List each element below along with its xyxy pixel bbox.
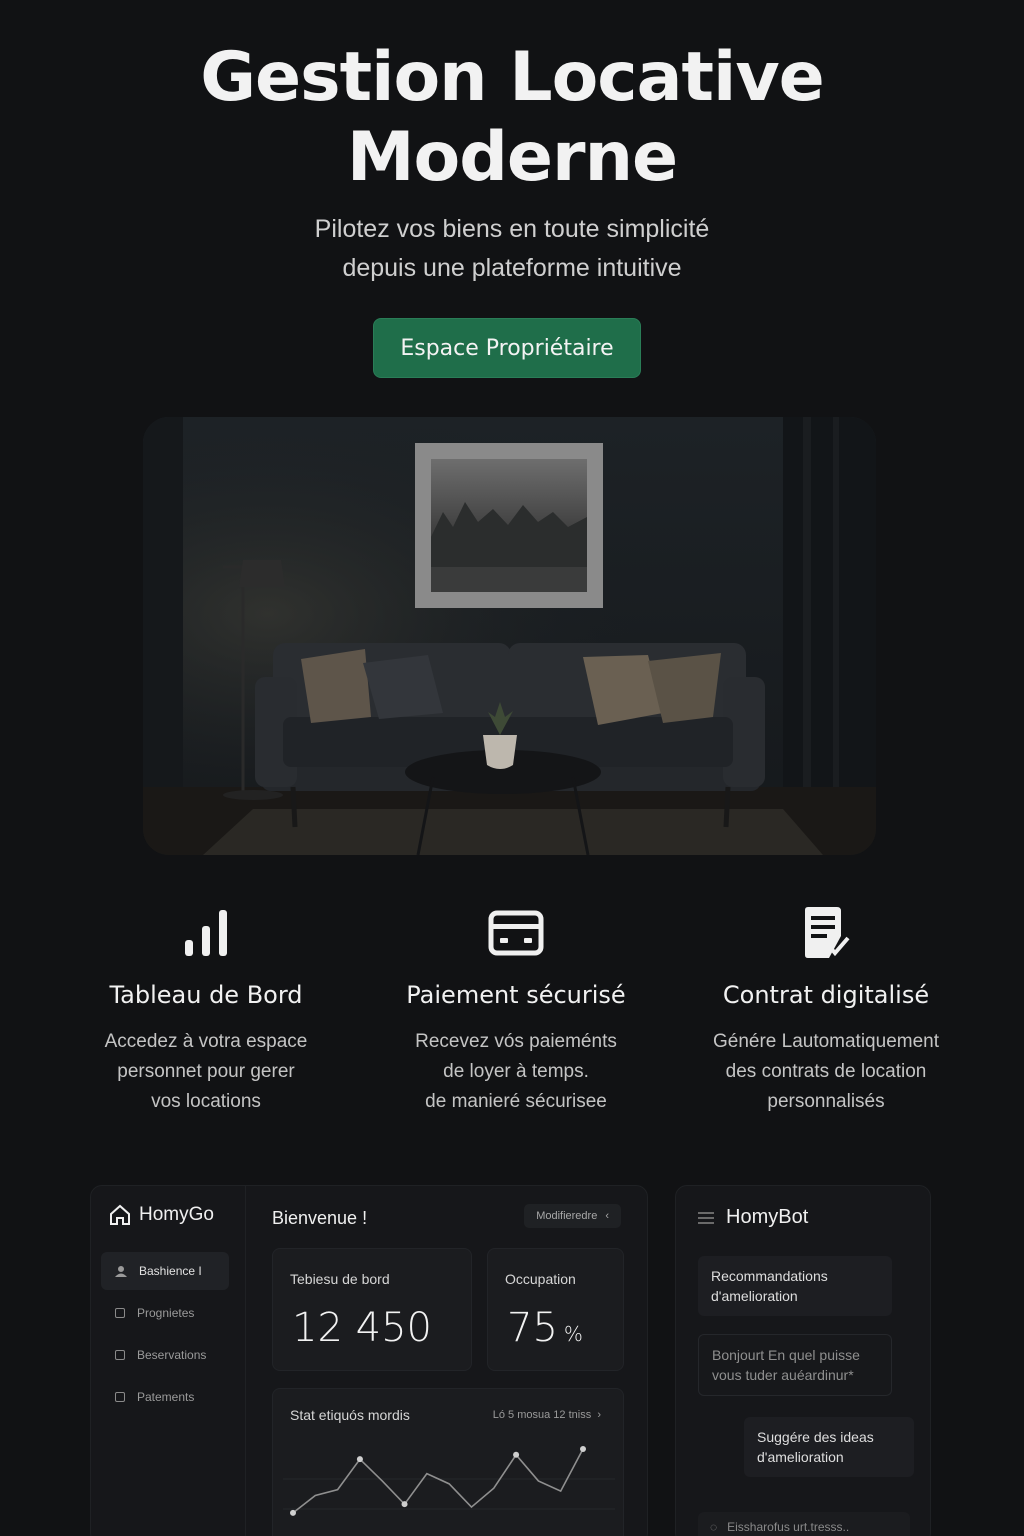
sidebar-item-payments[interactable]: Patements — [101, 1378, 229, 1416]
hero-subtitle-line1: Pilotez vos biens en toute simplicité — [314, 215, 710, 243]
chart-point — [290, 1509, 296, 1516]
revenue-card: Tebiesu de bord 12 450 — [272, 1248, 472, 1371]
hero-subtitle-line2: depuis une plateforme intuitive — [342, 254, 682, 282]
brand-logo[interactable]: HomyGo — [109, 1204, 214, 1226]
sidebar-item-reservations[interactable]: Beservations — [101, 1336, 229, 1374]
sidebar-item-label: Patements — [137, 1390, 195, 1404]
revenue-label: Tebiesu de bord — [290, 1271, 390, 1287]
payment-icon — [115, 1392, 125, 1402]
sidebar-item-label: Beservations — [137, 1348, 207, 1362]
dashboard-sidebar: HomyGo Bashience I Prognietes Beservatio… — [91, 1186, 246, 1536]
features-section: Tableau de Bord Accedez à votra espace p… — [56, 905, 976, 1117]
feature-title: Paiement sécurisé — [406, 981, 626, 1009]
property-icon — [115, 1308, 125, 1318]
sidebar-item-dashboard[interactable]: Bashience I — [101, 1252, 229, 1290]
feature-line: de manieré sécurisee — [425, 1091, 607, 1112]
sidebar-item-label: Prognietes — [137, 1306, 195, 1320]
dashboard-main: Bienvenue ! Modifieredre ‹ Tebiesu de bo… — [246, 1186, 647, 1536]
dashboard-preview: HomyGo Bashience I Prognietes Beservatio… — [90, 1185, 648, 1536]
menu-icon[interactable] — [698, 1211, 714, 1224]
hero-title-line1: Gestion Locative — [200, 38, 825, 117]
feature-contract: Contrat digitalisé Génére Lautomatiqueme… — [676, 905, 976, 1117]
feature-line: Recevez vós paieménts — [415, 1031, 617, 1052]
homybot-panel: HomyBot Recommandations d'amelioration B… — [675, 1185, 931, 1536]
sidebar-nav: Bashience I Prognietes Beservations Pate… — [101, 1252, 229, 1420]
bot-message-recommendations[interactable]: Recommandations d'amelioration — [698, 1256, 892, 1316]
contract-check-icon — [676, 905, 976, 961]
bot-message-suggest[interactable]: Suggére des ideas d'amelioration — [744, 1417, 914, 1477]
feature-line: personnet pour gerer — [117, 1061, 295, 1082]
living-room-image — [143, 417, 876, 855]
user-icon — [115, 1266, 127, 1277]
bot-message-greeting: Bonjourt En quel puisse vous tuder auéar… — [698, 1334, 892, 1396]
occupation-unit: % — [563, 1322, 583, 1346]
sidebar-item-label: Bashience I — [139, 1264, 202, 1278]
hero-subtitle: Pilotez vos biens en toute simplicité de… — [0, 210, 1024, 288]
modify-button[interactable]: Modifieredre ‹ — [524, 1204, 621, 1228]
card-icon — [366, 905, 666, 961]
hero-title: Gestion Locative Moderne — [0, 38, 1024, 198]
feature-payment: Paiement sécurisé Recevez vós paieménts … — [366, 905, 666, 1117]
bot-title: HomyBot — [726, 1206, 809, 1228]
feature-line: Génére Lautomatiquement — [712, 1031, 940, 1052]
occupation-value: 75 — [507, 1305, 558, 1351]
chart-point — [580, 1446, 586, 1452]
chart-point — [401, 1501, 408, 1508]
brand-name: HomyGo — [139, 1204, 214, 1225]
feature-line: personnalisés — [767, 1091, 885, 1112]
feature-line: des contrats de location — [725, 1061, 927, 1082]
hero-title-line2: Moderne — [346, 118, 678, 197]
bot-input-placeholder: Eissharofus urt.tresss.. — [727, 1520, 850, 1534]
occupation-card: Occupation 75% — [487, 1248, 624, 1371]
chat-icon: ◌ — [710, 1520, 718, 1534]
feature-dashboard: Tableau de Bord Accedez à votra espace p… — [56, 905, 356, 1117]
owner-space-button[interactable]: Espace Propriétaire — [373, 318, 641, 378]
feature-description: Génére Lautomatiquement des contrats de … — [676, 1027, 976, 1117]
chart-point — [356, 1456, 363, 1463]
chart-point — [513, 1451, 520, 1458]
feature-title: Contrat digitalisé — [722, 981, 930, 1009]
sparkline-chart — [283, 1446, 615, 1516]
modify-label: Modifieredre — [536, 1210, 598, 1222]
calendar-icon — [115, 1350, 125, 1360]
stats-chart-card: Stat etiquós mordis Ló 5 mosua 12 tniss … — [272, 1388, 624, 1536]
bot-header: HomyBot — [698, 1206, 808, 1229]
occupation-label: Occupation — [505, 1271, 576, 1287]
bar-chart-icon — [56, 905, 356, 961]
bot-input[interactable]: ◌ Eissharofus urt.tresss.. — [698, 1512, 910, 1536]
revenue-value: 12 450 — [292, 1305, 432, 1351]
chart-line — [292, 1448, 584, 1514]
feature-line: vos locations — [151, 1091, 261, 1112]
feature-title: Tableau de Bord — [109, 981, 303, 1009]
home-icon — [110, 1204, 130, 1225]
feature-line: de loyer à temps. — [443, 1061, 589, 1082]
welcome-heading: Bienvenue ! — [272, 1208, 368, 1228]
occupation-value-wrap: 75% — [507, 1305, 583, 1351]
sidebar-item-properties[interactable]: Prognietes — [101, 1294, 229, 1332]
feature-line: Accedez à votra espace — [104, 1031, 308, 1052]
feature-description: Accedez à votra espace personnet pour ge… — [56, 1027, 356, 1117]
feature-description: Recevez vós paieménts de loyer à temps. … — [366, 1027, 666, 1117]
chevron-left-icon: ‹ — [605, 1210, 609, 1222]
